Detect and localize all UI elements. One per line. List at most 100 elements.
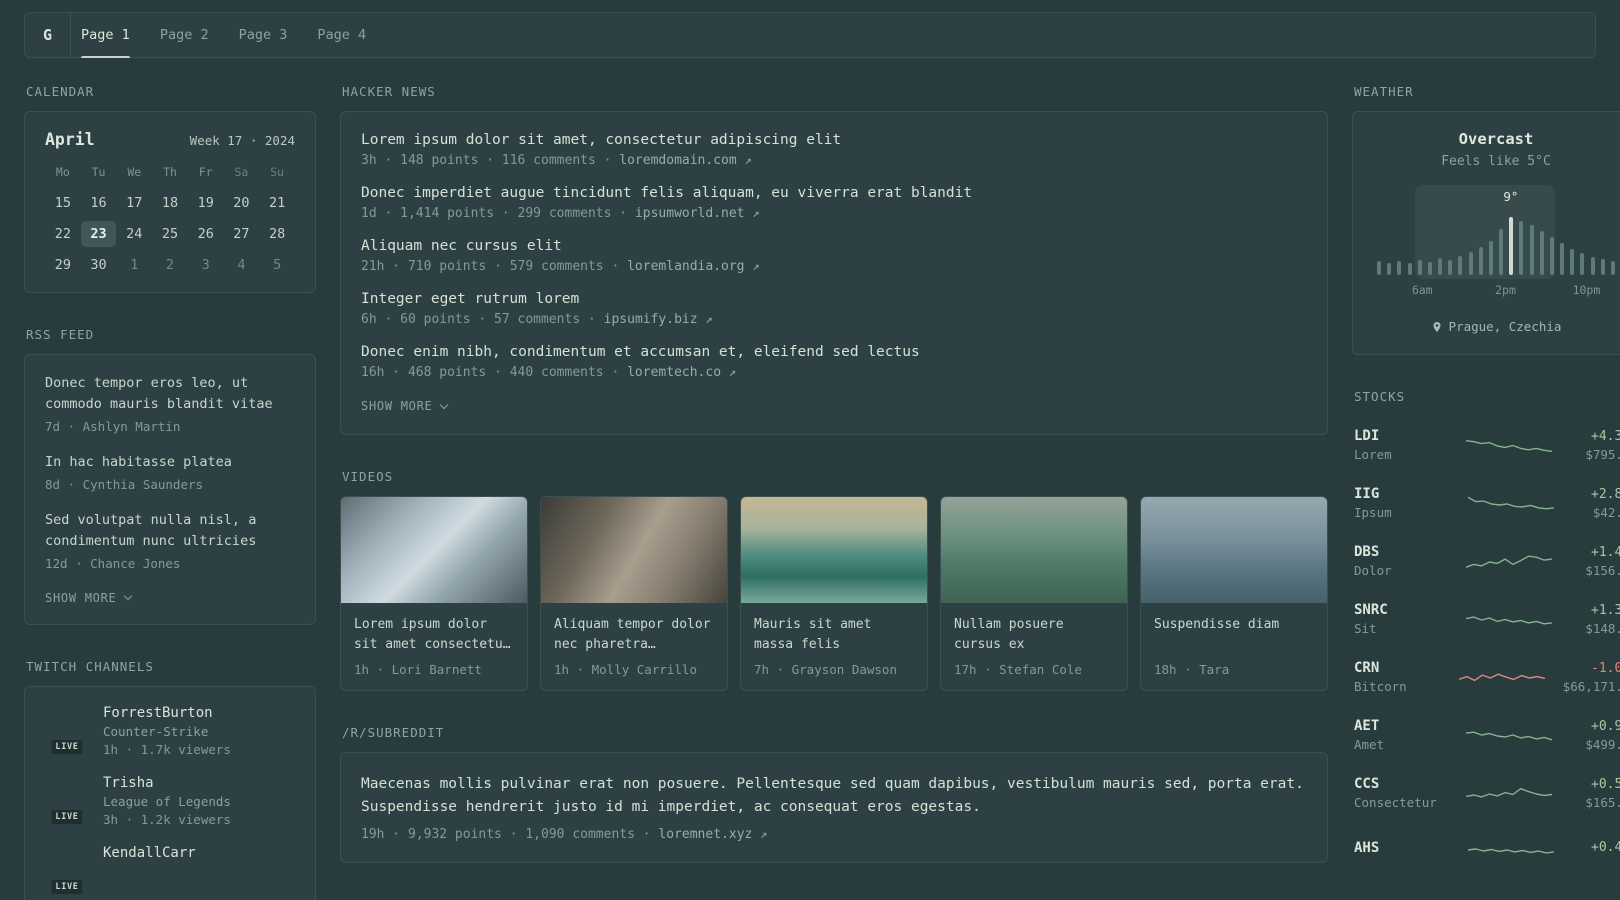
hn-item-domain-link[interactable]: ipsumworld.net ↗ — [635, 206, 760, 221]
rss-item-title-link[interactable]: In hac habitasse platea — [45, 452, 295, 473]
stock-price: $156.28 — [1585, 562, 1620, 578]
twitch-channel-item[interactable]: LIVE KendallCarr — [45, 845, 295, 896]
stock-row[interactable]: AHS +0.46% — [1352, 822, 1620, 876]
live-badge: LIVE — [49, 807, 85, 826]
hn-item-domain-link[interactable]: loremdomain.com ↗ — [619, 153, 751, 168]
main-column: HACKER NEWS Lorem ipsum dolor sit amet, … — [340, 84, 1328, 900]
weather-hour-bar — [1529, 225, 1534, 275]
calendar-day-header: Sa — [234, 165, 249, 179]
subreddit-meta-text: 19h · 9,932 points · 1,090 comments · — [361, 827, 651, 843]
video-card[interactable]: Lorem ipsum dolor sit amet consectetu… 1… — [340, 496, 528, 691]
external-link-icon: ↗ — [728, 365, 737, 379]
hn-item-domain-link[interactable]: loremtech.co ↗ — [627, 365, 736, 380]
weather-time-label: 2pm — [1495, 283, 1516, 297]
video-meta: 17h · Stefan Cole — [954, 662, 1082, 677]
hn-item-domain-link[interactable]: loremlandia.org ↗ — [627, 259, 759, 274]
video-title: Mauris sit amet massa felis — [754, 617, 872, 652]
subreddit-card: Maecenas mollis pulvinar erat non posuer… — [340, 752, 1328, 864]
subreddit-post-title-link[interactable]: Maecenas mollis pulvinar erat non posuer… — [361, 773, 1307, 819]
tab-page-3[interactable]: Page 3 — [239, 13, 288, 57]
hn-item: Aliquam nec cursus elit 21h · 710 points… — [361, 238, 1307, 274]
stock-sparkline — [1466, 616, 1553, 625]
weather-location-row: Prague, Czechia — [1373, 319, 1619, 334]
rss-item-title-link[interactable]: Donec tempor eros leo, ut commodo mauris… — [45, 373, 295, 415]
stock-values: +2.84% $42.04 — [1591, 487, 1620, 520]
section-title-weather: WEATHER — [1354, 84, 1414, 99]
calendar-day: 24 — [126, 226, 143, 242]
stock-row[interactable]: IIG Ipsum +2.84% $42.04 — [1352, 474, 1620, 532]
stock-row[interactable]: CCS Consectetur +0.51% $165.84 — [1352, 764, 1620, 822]
hn-item-title-link[interactable]: Integer eget rutrum lorem — [361, 291, 1307, 307]
stock-change: +4.35% — [1591, 428, 1620, 444]
subreddit-post: Maecenas mollis pulvinar erat non posuer… — [361, 773, 1307, 842]
subreddit-widget: /R/SUBREDDIT Maecenas mollis pulvinar er… — [340, 725, 1328, 864]
twitch-channel-item[interactable]: LIVE Trisha League of Legends 3h · 1.2k … — [45, 775, 295, 827]
stock-row[interactable]: DBS Dolor +1.42% $156.28 — [1352, 532, 1620, 590]
calendar-day: 2 — [165, 257, 175, 273]
rss-show-more-button[interactable]: SHOW MORE — [45, 591, 132, 605]
stock-ticker: IIG — [1354, 486, 1380, 502]
stock-price: $148.64 — [1585, 620, 1620, 636]
twitch-channel-viewers: 3h · 1.2k viewers — [103, 811, 231, 827]
hn-item-domain-link[interactable]: ipsumify.biz ↗ — [604, 312, 713, 327]
twitch-channel-viewers: 1h · 1.7k viewers — [103, 741, 231, 757]
app-logo[interactable]: G — [43, 13, 72, 57]
hn-item-title-link[interactable]: Aliquam nec cursus elit — [361, 238, 1307, 254]
tab-page-1[interactable]: Page 1 — [81, 13, 130, 58]
weather-temp-label: 9° — [1503, 189, 1519, 204]
calendar-day: 22 — [54, 226, 71, 242]
twitch-channel-info: KendallCarr — [103, 845, 196, 893]
stock-row[interactable]: CRN Bitcorn -1.00% $66,171.48 — [1352, 648, 1620, 706]
weather-hour-bar — [1458, 256, 1463, 275]
stock-change: +2.84% — [1591, 486, 1620, 502]
calendar-day-header: Th — [163, 165, 177, 179]
hn-item-meta: 16h · 468 points · 440 comments · loremt… — [361, 365, 1307, 380]
video-meta: 1h · Lori Barnett — [354, 662, 482, 677]
twitch-channel-name: ForrestBurton — [103, 704, 213, 721]
calendar-header: April Week 17 · 2024 — [45, 130, 295, 149]
hn-item-title-link[interactable]: Donec enim nibh, condimentum et accumsan… — [361, 344, 1307, 360]
stock-change: +0.92% — [1591, 718, 1620, 734]
external-link-icon: ↗ — [705, 312, 713, 326]
weather-card: Overcast Feels like 5°C 9° 6am 2pm 10pm Pr… — [1352, 111, 1620, 355]
calendar-day: 29 — [54, 257, 71, 273]
twitch-channel-info: Trisha League of Legends 3h · 1.2k viewe… — [103, 775, 231, 827]
chevron-down-icon — [123, 591, 132, 601]
video-card[interactable]: Aliquam tempor dolor nec pharetra… 1h · … — [540, 496, 728, 691]
hn-item-title-link[interactable]: Lorem ipsum dolor sit amet, consectetur … — [361, 132, 1307, 148]
hn-item-title-link[interactable]: Donec imperdiet augue tincidunt felis al… — [361, 185, 1307, 201]
tab-page-2[interactable]: Page 2 — [160, 13, 209, 57]
video-card[interactable]: Mauris sit amet massa felis 7h · Grayson… — [740, 496, 928, 691]
stock-row[interactable]: LDI Lorem +4.35% $795.18 — [1352, 416, 1620, 474]
section-title-twitch: TWITCH CHANNELS — [26, 658, 154, 674]
hn-show-more-button[interactable]: SHOW MORE — [361, 399, 448, 413]
tab-page-4[interactable]: Page 4 — [317, 13, 366, 57]
video-card-body: Lorem ipsum dolor sit amet consectetu… 1… — [341, 603, 527, 690]
twitch-channel-item[interactable]: LIVE ForrestBurton Counter-Strike 1h · 1… — [45, 705, 295, 757]
video-card[interactable]: Nullam posuere cursus ex 17h · Stefan Co… — [940, 496, 1128, 691]
calendar-widget: CALENDAR April Week 17 · 2024 Mo Tu We Th Fr… — [24, 84, 316, 293]
calendar-grid: Mo Tu We Th Fr Sa Su 15 16 17 18 19 20 21 22 23 24 25 26 27… — [45, 161, 295, 278]
calendar-day: 5 — [273, 257, 282, 273]
stock-name: Consectetur — [1354, 795, 1437, 810]
weather-hour-bar — [1468, 252, 1473, 275]
stock-row[interactable]: AET Amet +0.92% $499.72 — [1352, 706, 1620, 764]
weather-hour-bar — [1549, 237, 1554, 275]
weather-hour-bar — [1427, 262, 1432, 275]
video-card[interactable]: Suspendisse diam 18h · Tara — [1140, 496, 1328, 691]
subreddit-domain-link[interactable]: loremnet.xyz ↗ — [658, 827, 767, 842]
right-column: WEATHER Overcast Feels like 5°C 9° 6am 2p… — [1352, 84, 1620, 900]
weather-hour-bar — [1407, 263, 1412, 275]
stock-name: Lorem — [1354, 447, 1392, 462]
stock-row[interactable]: SNRC Sit +1.36% $148.64 — [1352, 590, 1620, 648]
calendar-day: 18 — [161, 195, 179, 211]
stock-name: Amet — [1354, 737, 1385, 752]
rss-item-title-link[interactable]: Sed volutpat nulla nisl, a condimentum n… — [45, 510, 295, 552]
hn-meta-text: 1d · 1,414 points · 299 comments · — [361, 206, 628, 221]
stock-change: +0.46% — [1591, 840, 1620, 855]
stock-info: LDI Lorem — [1354, 428, 1450, 462]
weather-hour-bar — [1387, 263, 1392, 275]
weather-hour-bar — [1590, 257, 1595, 275]
weather-hour-bar — [1580, 253, 1585, 275]
twitch-widget: TWITCH CHANNELS LIVE ForrestBurton Count… — [24, 659, 316, 900]
